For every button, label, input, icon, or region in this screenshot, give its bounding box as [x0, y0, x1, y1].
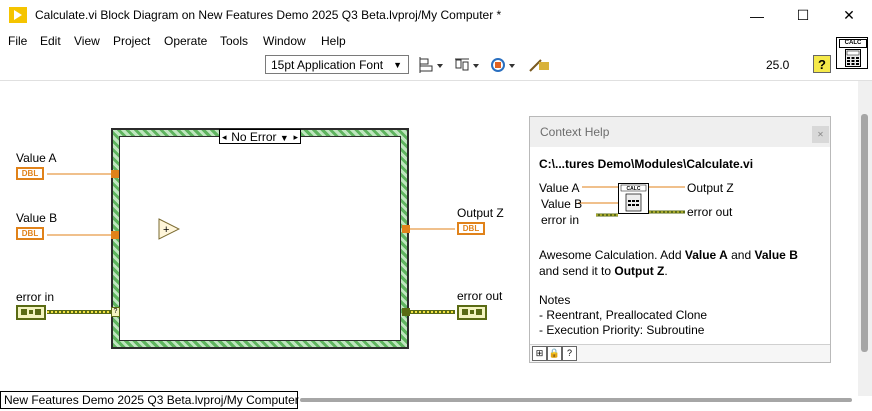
value-a-control[interactable]: DBL	[16, 167, 44, 180]
decrement-case-icon[interactable]: ◂	[222, 130, 227, 145]
svg-text:CALC: CALC	[627, 186, 641, 192]
output-z-label: Output Z	[457, 206, 504, 220]
conn-output-z-label: Output Z	[687, 181, 734, 195]
vertical-scrollbar[interactable]	[858, 81, 872, 396]
error-cluster-icon	[462, 309, 482, 315]
conn-value-b-label: Value B	[541, 197, 583, 211]
tunnel-value-a[interactable]	[111, 170, 119, 178]
tunnel-output-z[interactable]	[402, 225, 410, 233]
context-help-note: - Reentrant, Preallocated Clone	[539, 308, 708, 322]
add-function-node[interactable]: +	[158, 218, 180, 240]
value-a-label: Value A	[16, 151, 57, 165]
case-structure[interactable]	[111, 128, 409, 349]
increment-case-icon[interactable]: ▸	[293, 130, 298, 145]
context-help-description-line1: Awesome Calculation. Add Value A and Val…	[539, 248, 798, 262]
show-optional-terminals-icon[interactable]: ⊞	[532, 346, 547, 361]
case-selector-terminal[interactable]: ?	[111, 307, 120, 317]
error-in-label: error in	[16, 290, 55, 304]
tunnel-error-out[interactable]	[402, 308, 410, 316]
context-help-description-line2: and send it to Output Z.	[539, 264, 668, 278]
output-z-indicator[interactable]: DBL	[457, 222, 485, 235]
conn-error-in-label: error in	[541, 213, 580, 227]
case-selector-value: No Error	[231, 130, 277, 144]
close-icon[interactable]: ✕	[812, 126, 829, 143]
detailed-help-icon[interactable]: ?	[562, 346, 577, 361]
value-b-label: Value B	[16, 211, 58, 225]
case-selector[interactable]: ◂ No Error ▼ ▸	[219, 129, 301, 144]
context-help-window[interactable]: Context Help ✕ C:\...tures Demo\Modules\…	[529, 116, 831, 363]
context-help-footer: ⊞ 🔒 ?	[530, 344, 830, 362]
context-help-notes-title: Notes	[539, 293, 571, 307]
lock-icon[interactable]: 🔒	[547, 346, 562, 361]
context-help-note: - Execution Priority: Subroutine	[539, 323, 705, 337]
error-out-label: error out	[457, 289, 503, 303]
value-b-control[interactable]: DBL	[16, 227, 44, 240]
error-in-control[interactable]	[16, 305, 46, 320]
error-out-indicator[interactable]	[457, 305, 487, 320]
horizontal-scroll-thumb[interactable]	[300, 398, 852, 402]
context-help-title: Context Help	[530, 117, 830, 147]
error-cluster-icon	[21, 309, 41, 315]
vertical-scroll-thumb[interactable]	[861, 114, 868, 352]
conn-value-a-label: Value A	[539, 181, 580, 195]
svg-text:+: +	[163, 224, 169, 236]
conn-error-out-label: error out	[687, 205, 733, 219]
context-help-path[interactable]: C:\...tures Demo\Modules\Calculate.vi	[539, 157, 753, 171]
tunnel-value-b[interactable]	[111, 231, 119, 239]
chevron-down-icon[interactable]: ▼	[280, 133, 289, 143]
project-context-status: New Features Demo 2025 Q3 Beta.lvproj/My…	[0, 391, 299, 409]
